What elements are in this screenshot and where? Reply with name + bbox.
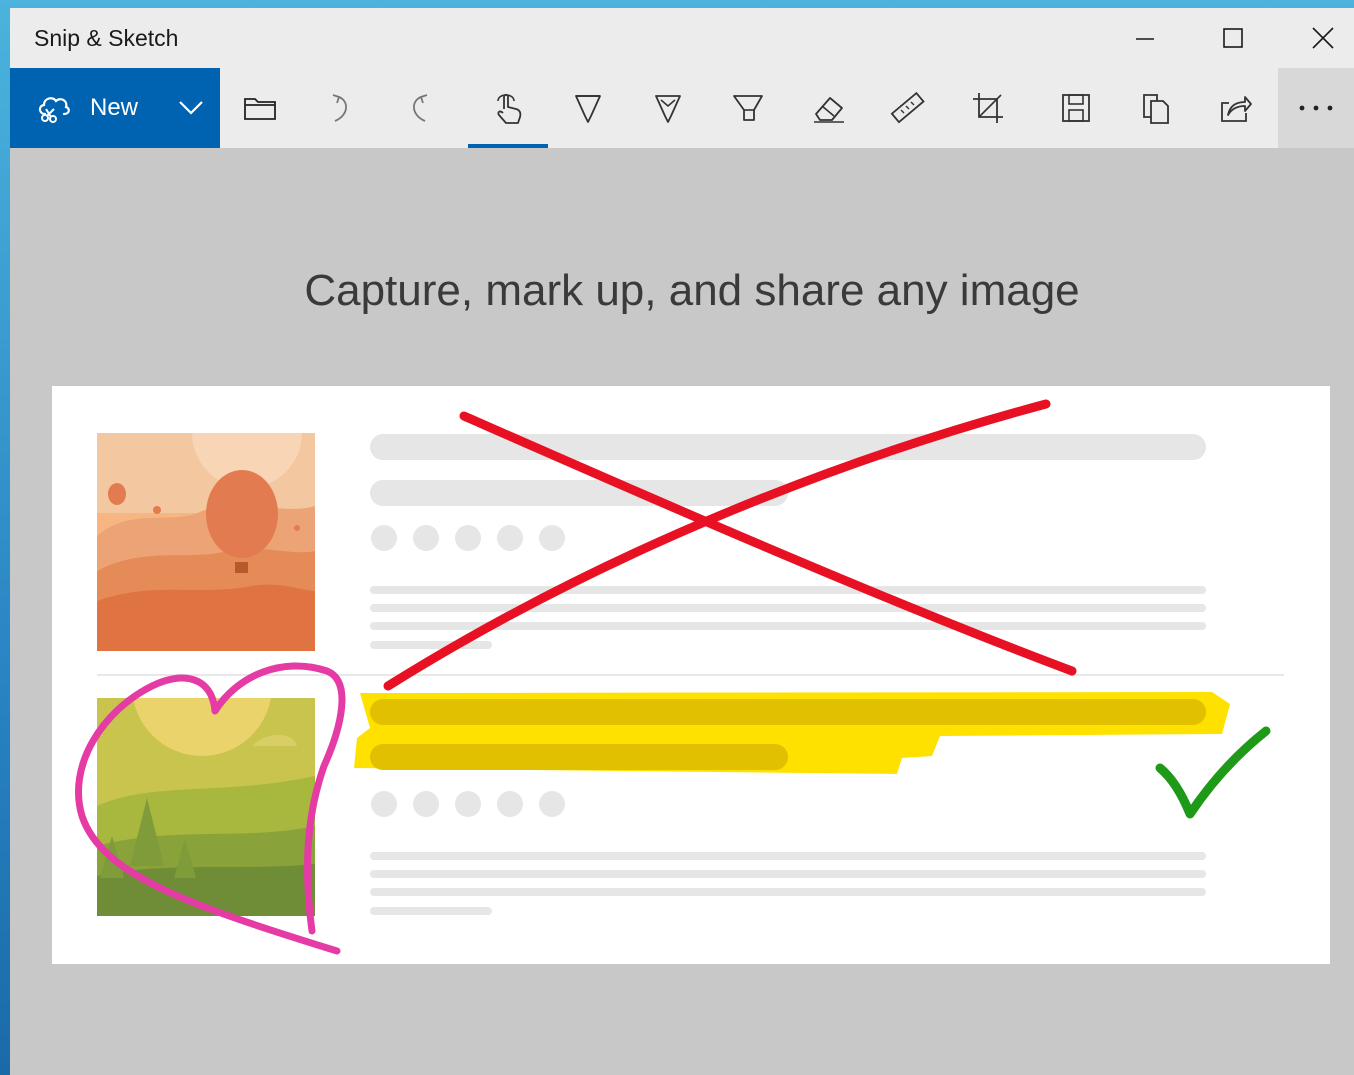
pencil-button[interactable] [628, 68, 708, 148]
crop-icon [973, 93, 1003, 123]
undo-button[interactable] [300, 68, 380, 148]
maximize-button[interactable] [1188, 8, 1278, 68]
touch-writing-button[interactable] [468, 68, 548, 148]
new-button-label: New [90, 94, 139, 121]
chevron-down-icon[interactable] [178, 98, 204, 116]
crop-button[interactable] [948, 68, 1028, 148]
copy-icon [1143, 94, 1169, 124]
ruler-button[interactable] [868, 68, 948, 148]
highlighter-icon [733, 95, 763, 121]
new-snip-button[interactable]: New [10, 68, 220, 148]
redo-button[interactable] [380, 68, 460, 148]
copy-button[interactable] [1116, 68, 1196, 148]
save-button[interactable] [1036, 68, 1116, 148]
minimize-icon [1136, 38, 1154, 40]
share-button[interactable] [1196, 68, 1276, 148]
snip-icon [38, 97, 70, 123]
pencil-icon [655, 95, 681, 123]
toolbar: New [10, 68, 1354, 148]
ballpoint-pen-icon [575, 95, 601, 123]
folder-icon [244, 98, 276, 120]
app-title: Snip & Sketch [34, 25, 179, 51]
ballpoint-pen-button[interactable] [548, 68, 628, 148]
share-icon [1221, 96, 1252, 122]
welcome-headline: Capture, mark up, and share any image [304, 266, 1080, 315]
more-icon [1299, 105, 1333, 111]
snip-and-sketch-window: Snip & Sketch New Capture, mark up, and … [10, 8, 1354, 1075]
highlighter-button[interactable] [708, 68, 788, 148]
eraser-button[interactable] [788, 68, 868, 148]
redo-icon [413, 94, 428, 122]
close-icon [1312, 27, 1334, 49]
more-options-button[interactable] [1278, 68, 1354, 148]
open-file-button[interactable] [220, 68, 300, 148]
maximize-icon [1223, 28, 1243, 48]
minimize-button[interactable] [1100, 8, 1190, 68]
save-icon [1062, 94, 1090, 122]
markup-illustration [52, 386, 1330, 964]
ruler-icon [890, 91, 925, 124]
eraser-icon [814, 97, 844, 123]
undo-icon [332, 94, 347, 122]
touch-writing-icon [497, 93, 522, 124]
close-button[interactable] [1278, 8, 1354, 68]
title-bar: Snip & Sketch [10, 8, 1354, 68]
